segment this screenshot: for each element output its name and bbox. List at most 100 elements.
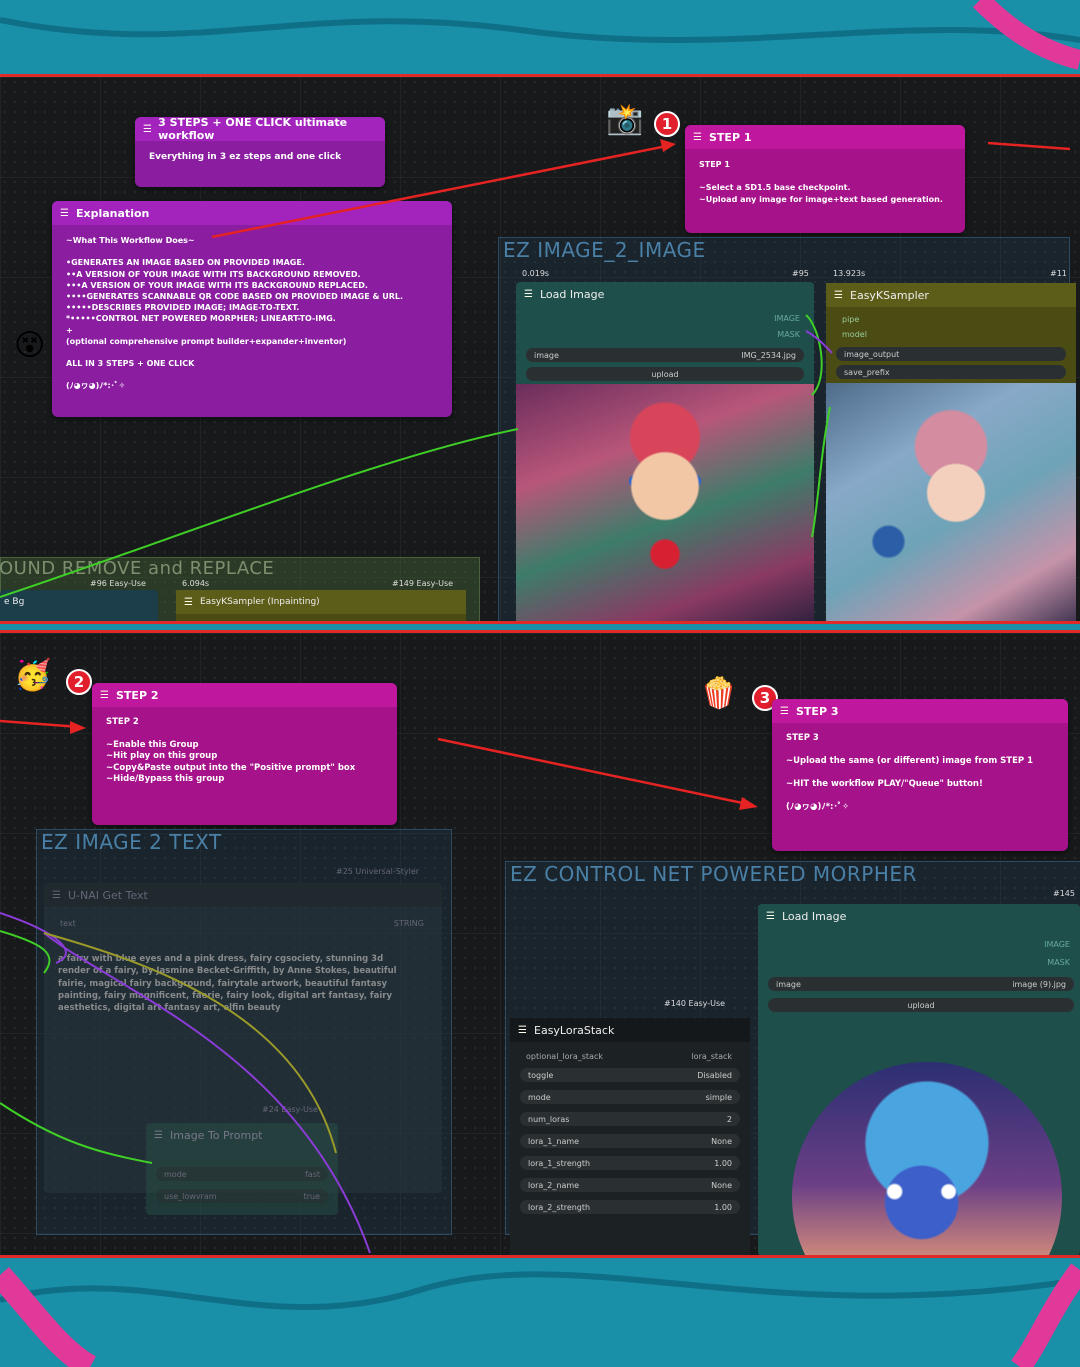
morpher-load-image-node[interactable]: ☰ Load Image IMAGE MASK image image (9).jp… bbox=[758, 904, 1080, 1255]
num-loras-stepper[interactable]: num_loras 2 bbox=[520, 1112, 740, 1126]
mode-label: mode bbox=[164, 1169, 187, 1179]
easyksampler-title: EasyKSampler bbox=[850, 288, 929, 302]
get-text-node-id: #25 Universal-Styler bbox=[336, 867, 420, 876]
save-prefix-label: save_prefix bbox=[844, 367, 890, 377]
fairy-input-image bbox=[516, 384, 814, 621]
menu-icon: ☰ bbox=[780, 705, 789, 717]
morpher-upload-button[interactable]: upload bbox=[768, 998, 1074, 1012]
morpher-upload-label: upload bbox=[907, 1000, 935, 1010]
background-remove-label: e Bg bbox=[4, 597, 25, 607]
explanation-note[interactable]: ☰ Explanation ~What This Workflow Does~ •… bbox=[52, 201, 452, 417]
lora-row-label: mode bbox=[528, 1092, 551, 1102]
menu-icon: ☰ bbox=[518, 1024, 527, 1036]
morpher-load-image-header[interactable]: ☰ Load Image bbox=[758, 904, 1080, 928]
background-remove-node-header[interactable]: e Bg bbox=[0, 590, 158, 614]
title-note-header[interactable]: ☰ 3 STEPS + ONE CLICK ultimate workflow bbox=[135, 116, 385, 142]
explanation-note-header[interactable]: ☰ Explanation bbox=[52, 201, 452, 225]
generated-prompt-text[interactable]: a fairy with blue eyes and a pink dress,… bbox=[58, 953, 414, 1015]
bg-node2-timer: 6.094s bbox=[182, 579, 210, 588]
lora-mode-selector[interactable]: mode simple bbox=[520, 1090, 740, 1104]
group-title: EZ IMAGE_2_IMAGE bbox=[503, 238, 706, 262]
output-mask-label: MASK bbox=[777, 330, 800, 339]
get-text-node-header[interactable]: ☰ U-NAI Get Text bbox=[44, 883, 442, 907]
lora-row-label: lora_1_strength bbox=[528, 1158, 591, 1168]
inpainting-node-header[interactable]: ☰ EasyKSampler (Inpainting) bbox=[176, 590, 466, 614]
output-mask-label: MASK bbox=[1047, 958, 1070, 967]
menu-icon: ☰ bbox=[834, 289, 843, 301]
image-to-prompt-header[interactable]: ☰ Image To Prompt bbox=[146, 1123, 338, 1147]
step3-note-body: STEP 3 ~Upload the same (or different) i… bbox=[786, 733, 1033, 812]
load-image-node[interactable]: ☰ Load Image IMAGE MASK image IMG_2534.jpg… bbox=[516, 282, 814, 621]
bottom-canvas-panel[interactable]: 🥳 2 ☰ STEP 2 STEP 2 ~Enable this Group ~H… bbox=[0, 630, 1080, 1258]
image-selector-label: image bbox=[534, 350, 559, 360]
load-image-node-header[interactable]: ☰ Load Image bbox=[516, 282, 814, 306]
morpher-image-value: image (9).jpg bbox=[1012, 979, 1066, 989]
popcorn-emoji-icon: 🍿 bbox=[700, 676, 738, 711]
easyksampler-node-header[interactable]: ☰ EasyKSampler bbox=[826, 283, 1076, 307]
lora-1-name-selector[interactable]: lora_1_name None bbox=[520, 1134, 740, 1148]
lora-row-label: lora_1_name bbox=[528, 1136, 580, 1146]
use-lowvram-value: true bbox=[303, 1191, 320, 1201]
explanation-note-title: Explanation bbox=[76, 206, 150, 220]
group-title: EZ CONTROL NET POWERED MORPHER bbox=[510, 862, 917, 886]
step1-note-header[interactable]: ☰ STEP 1 bbox=[685, 125, 965, 149]
string-output-label: STRING bbox=[393, 919, 424, 928]
lora-stack-output: lora_stack bbox=[691, 1052, 732, 1061]
bg-node1-id: #96 Easy-Use bbox=[90, 579, 146, 588]
morpher-load-image-id: #145 bbox=[1053, 889, 1075, 898]
step2-note-body: STEP 2 ~Enable this Group ~Hit play on t… bbox=[106, 717, 356, 785]
morpher-image-label: image bbox=[776, 979, 801, 989]
lora-node-header[interactable]: ☰ EasyLoraStack bbox=[510, 1018, 750, 1042]
image-to-prompt-title: Image To Prompt bbox=[170, 1128, 263, 1142]
background-remove-node[interactable]: e Bg bbox=[0, 590, 158, 621]
easyksampler-node[interactable]: ☰ EasyKSampler pipe model image_output sa… bbox=[826, 283, 1076, 621]
lora-row-value: 1.00 bbox=[714, 1158, 732, 1168]
menu-icon: ☰ bbox=[154, 1129, 163, 1141]
easy-lora-stack-node[interactable]: ☰ EasyLoraStack optional_lora_stack lora_… bbox=[510, 1018, 750, 1255]
menu-icon: ☰ bbox=[524, 288, 533, 300]
title-note-body: Everything in 3 ez steps and one click bbox=[149, 152, 342, 162]
load-image-id: #95 bbox=[792, 269, 809, 278]
text-input-label: text bbox=[60, 919, 76, 928]
morpher-load-image-title: Load Image bbox=[782, 909, 847, 923]
menu-icon: ☰ bbox=[52, 889, 61, 901]
image-to-prompt-node[interactable]: ☰ Image To Prompt mode fast use_lowvram tru… bbox=[146, 1123, 338, 1215]
step1-note[interactable]: ☰ STEP 1 STEP 1 ~Select a SD1.5 base chec… bbox=[685, 125, 965, 233]
menu-icon: ☰ bbox=[143, 123, 152, 135]
top-canvas-panel[interactable]: ☰ 3 STEPS + ONE CLICK ultimate workflow E… bbox=[0, 74, 1080, 624]
image-to-prompt-node-id: #24 Easy-Use bbox=[262, 1105, 318, 1114]
step1-note-title: STEP 1 bbox=[709, 130, 752, 144]
demon-input-image bbox=[792, 1062, 1062, 1255]
step2-note-header[interactable]: ☰ STEP 2 bbox=[92, 683, 397, 707]
image-output-selector[interactable]: image_output bbox=[836, 347, 1066, 361]
bg-node2-id: #149 Easy-Use bbox=[392, 579, 454, 588]
image-selector[interactable]: image IMG_2534.jpg bbox=[526, 348, 804, 362]
lora-2-name-selector[interactable]: lora_2_name None bbox=[520, 1178, 740, 1192]
output-image-label: IMAGE bbox=[774, 314, 800, 323]
lora-1-strength-stepper[interactable]: lora_1_strength 1.00 bbox=[520, 1156, 740, 1170]
use-lowvram-toggle[interactable]: use_lowvram true bbox=[156, 1189, 328, 1203]
step1-badge: 1 bbox=[654, 111, 680, 137]
image-output-label: image_output bbox=[844, 349, 900, 359]
lora-row-label: lora_2_name bbox=[528, 1180, 580, 1190]
lora-toggle[interactable]: toggle Disabled bbox=[520, 1068, 740, 1082]
mode-selector[interactable]: mode fast bbox=[156, 1167, 328, 1181]
morpher-image-selector[interactable]: image image (9).jpg bbox=[768, 977, 1074, 991]
menu-icon: ☰ bbox=[693, 131, 702, 143]
step3-note[interactable]: ☰ STEP 3 STEP 3 ~Upload the same (or diff… bbox=[772, 699, 1068, 851]
step3-note-header[interactable]: ☰ STEP 3 bbox=[772, 699, 1068, 723]
lora-node-title: EasyLoraStack bbox=[534, 1023, 615, 1037]
inpainting-ksampler-node[interactable]: ☰ EasyKSampler (Inpainting) bbox=[176, 590, 466, 621]
title-note[interactable]: ☰ 3 STEPS + ONE CLICK ultimate workflow E… bbox=[135, 116, 385, 187]
step2-note[interactable]: ☰ STEP 2 STEP 2 ~Enable this Group ~Hit p… bbox=[92, 683, 397, 825]
optional-lora-stack-input: optional_lora_stack bbox=[526, 1052, 603, 1061]
fairy-output-image bbox=[826, 383, 1076, 621]
lora-2-strength-stepper[interactable]: lora_2_strength 1.00 bbox=[520, 1200, 740, 1214]
save-prefix-field[interactable]: save_prefix bbox=[836, 365, 1066, 379]
lora-row-value: Disabled bbox=[697, 1070, 732, 1080]
get-text-node-title: U-NAI Get Text bbox=[68, 888, 148, 902]
input-model-label: model bbox=[842, 330, 867, 339]
menu-icon: ☰ bbox=[60, 207, 69, 219]
upload-button[interactable]: upload bbox=[526, 367, 804, 381]
lora-row-value: simple bbox=[705, 1092, 732, 1102]
